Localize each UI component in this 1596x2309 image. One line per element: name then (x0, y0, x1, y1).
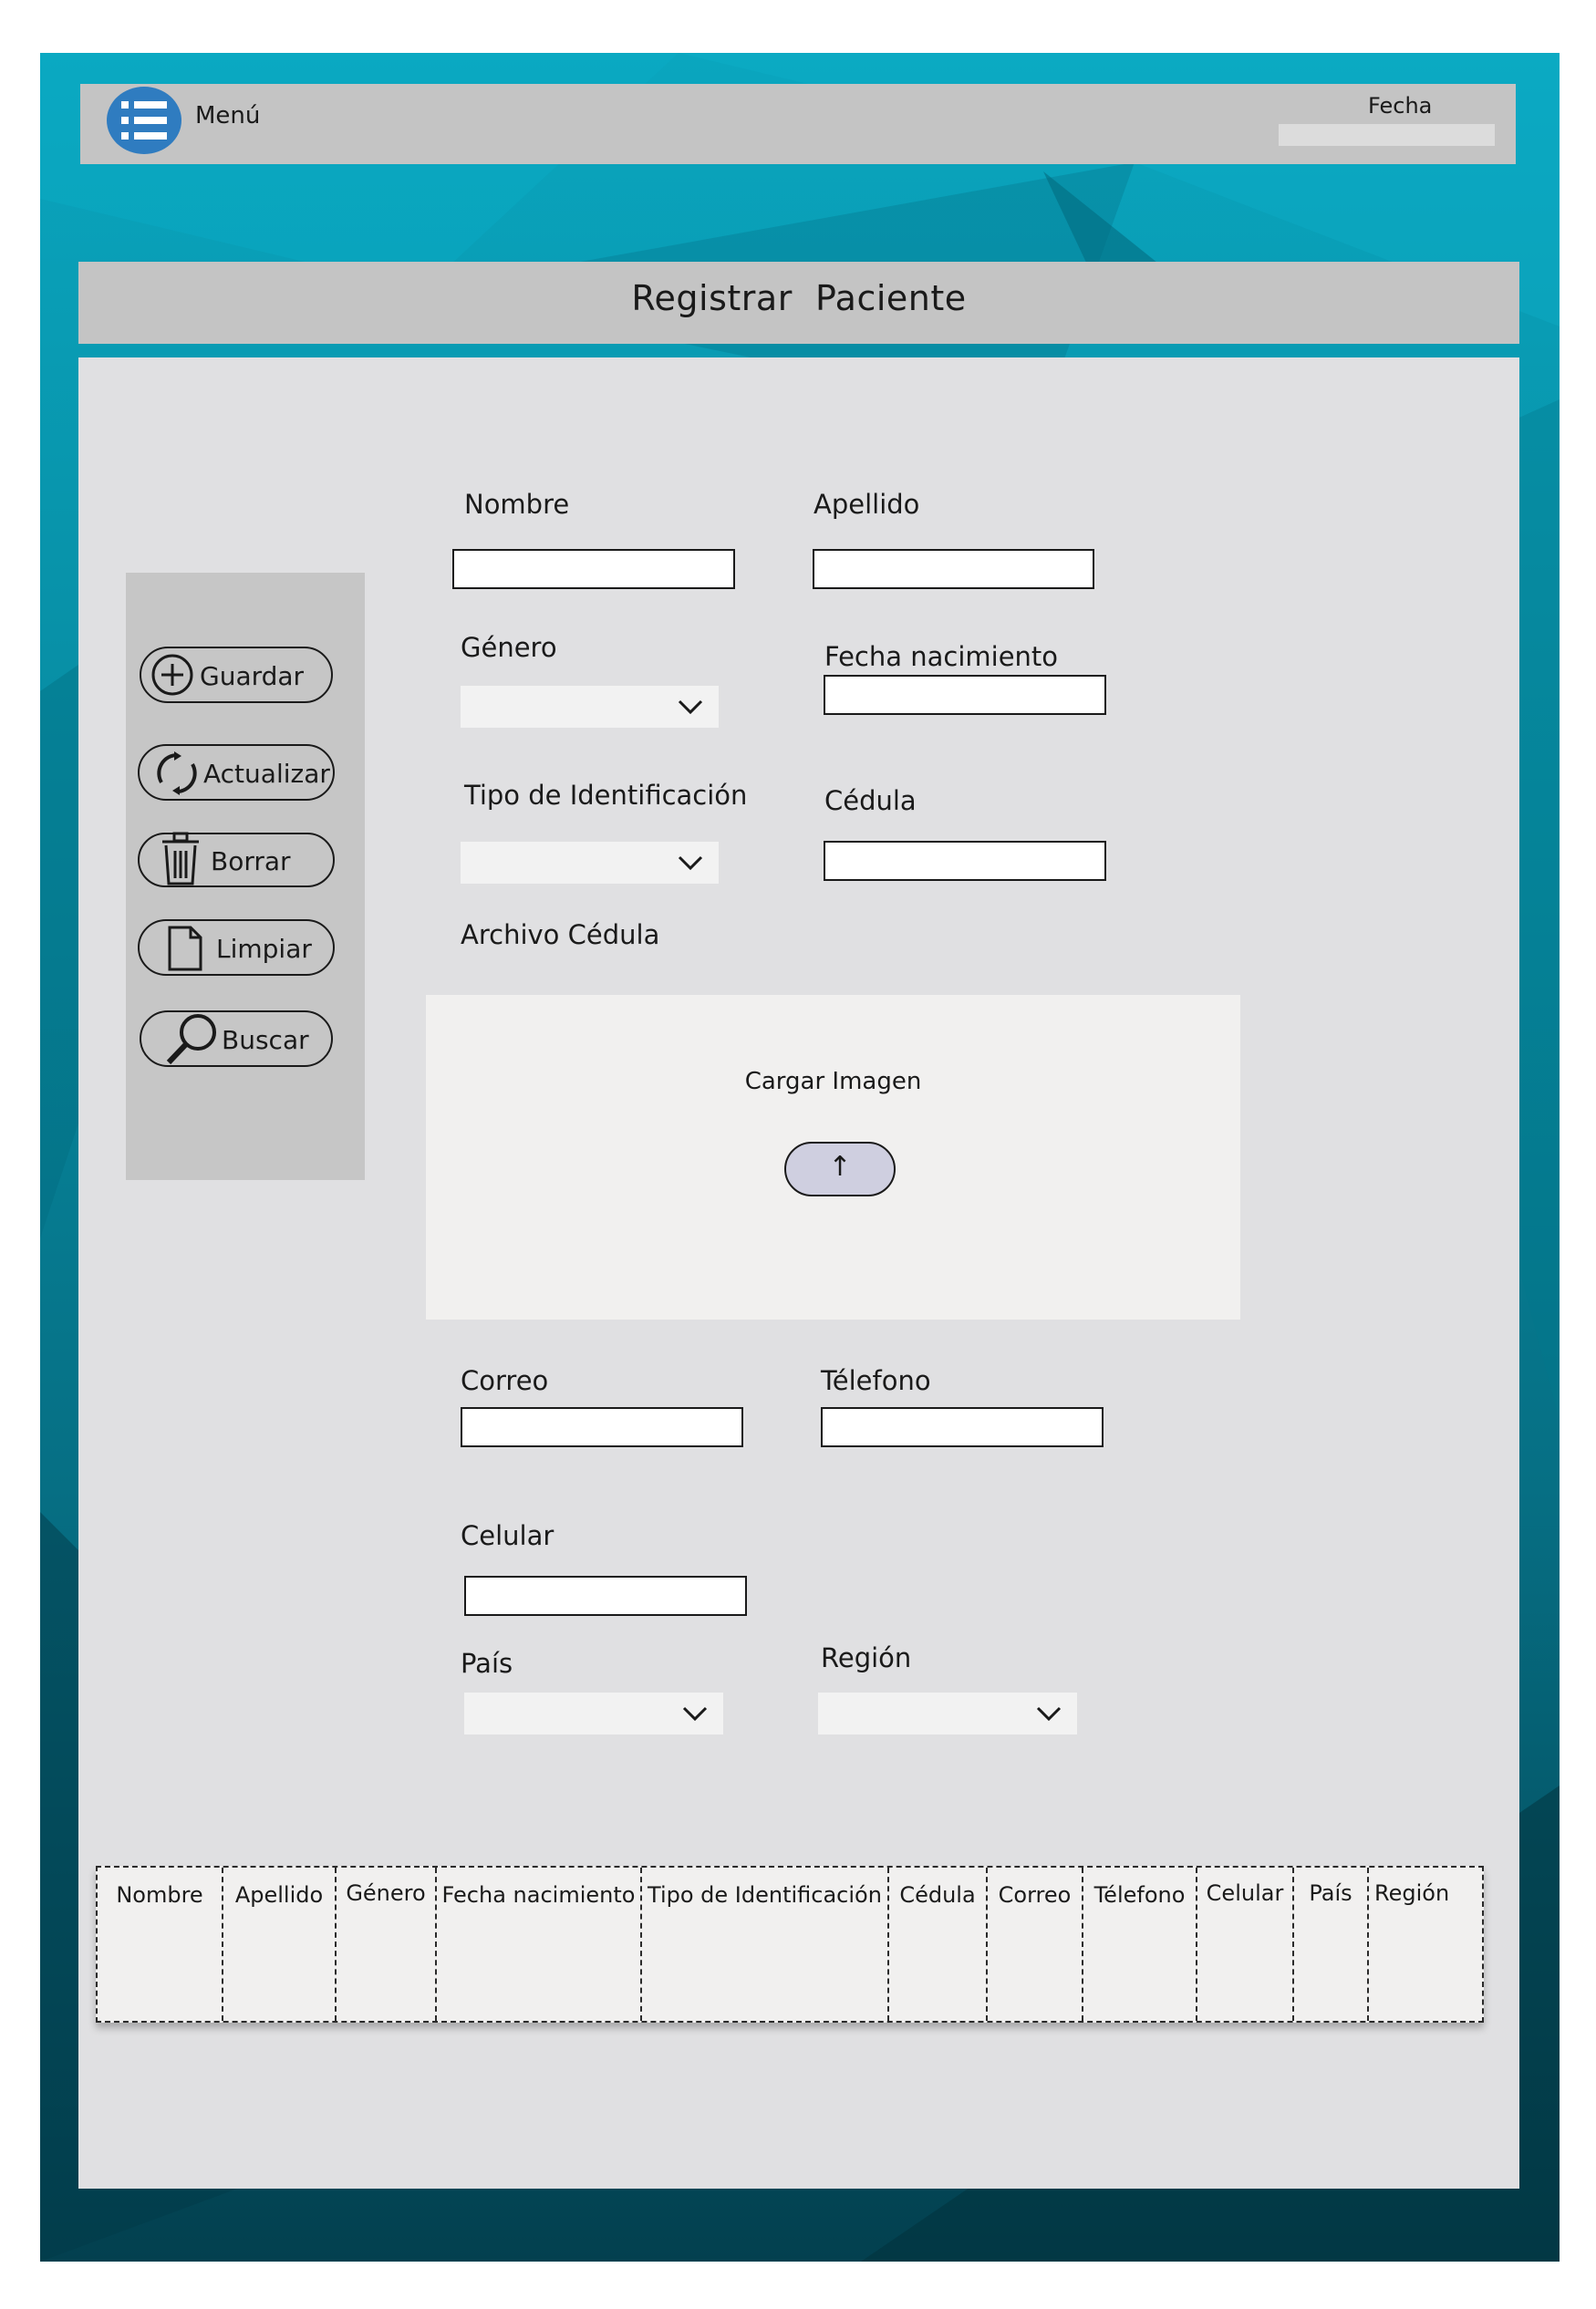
menu-label[interactable]: Menú (195, 102, 260, 129)
archivo-cedula-label: Archivo Cédula (461, 919, 660, 950)
cedula-field[interactable] (824, 841, 1106, 881)
page-title: Registrar Paciente (631, 278, 967, 318)
fecha-nacimiento-field[interactable] (824, 675, 1106, 715)
title-bar: Registrar Paciente (78, 262, 1519, 344)
clear-button-label: Limpiar (216, 934, 312, 964)
table-header-cedula: Cédula (887, 1868, 986, 2021)
save-button[interactable]: Guardar (140, 647, 333, 703)
table-header-pais: País (1292, 1868, 1367, 2021)
plus-circle-icon (149, 652, 196, 704)
celular-label: Celular (461, 1520, 554, 1551)
nombre-label: Nombre (464, 489, 570, 520)
search-button-label: Buscar (222, 1025, 309, 1055)
pais-select[interactable] (464, 1693, 723, 1734)
update-button[interactable]: Actualizar (138, 744, 335, 801)
correo-field[interactable] (461, 1407, 743, 1447)
table-header-telefono: Télefono (1082, 1868, 1196, 2021)
apellido-field[interactable] (813, 549, 1094, 589)
fecha-nacimiento-label: Fecha nacimiento (824, 641, 1059, 672)
telefono-label: Télefono (821, 1365, 931, 1396)
table-header-apellido: Apellido (222, 1868, 335, 2021)
table-header-correo: Correo (986, 1868, 1082, 2021)
tipo-identificacion-label: Tipo de Identificación (464, 780, 748, 811)
save-button-label: Guardar (200, 661, 305, 691)
date-label: Fecha (1368, 93, 1433, 119)
chevron-down-icon (678, 855, 703, 871)
update-button-label: Actualizar (203, 759, 330, 789)
table-header-celular: Celular (1196, 1868, 1292, 2021)
document-icon (167, 925, 203, 978)
correo-label: Correo (461, 1365, 549, 1396)
patients-table: Nombre Apellido Género Fecha nacimiento … (96, 1866, 1484, 2023)
table-header-fecha-nacimiento: Fecha nacimiento (435, 1868, 640, 2021)
chevron-down-icon (682, 1706, 708, 1722)
list-icon[interactable] (107, 87, 181, 154)
nombre-field[interactable] (452, 549, 735, 589)
genero-select[interactable] (461, 686, 719, 728)
table-header-nombre: Nombre (116, 1882, 203, 1908)
delete-button[interactable]: Borrar (138, 832, 335, 887)
region-label: Región (821, 1642, 912, 1673)
delete-button-label: Borrar (211, 846, 291, 876)
upload-button[interactable]: ↑ (784, 1142, 896, 1196)
table-header-region: Región (1367, 1868, 1482, 2021)
search-button[interactable]: Buscar (140, 1010, 333, 1067)
celular-field[interactable] (464, 1576, 747, 1616)
trash-icon (160, 831, 202, 894)
upload-label: Cargar Imagen (744, 1068, 922, 1095)
table-header-tipo-identificacion: Tipo de Identificación (640, 1868, 887, 2021)
telefono-field[interactable] (821, 1407, 1104, 1447)
clear-button[interactable]: Limpiar (138, 919, 335, 976)
chevron-down-icon (1036, 1706, 1062, 1722)
table-header-genero: Género (335, 1868, 435, 2021)
cedula-label: Cédula (824, 785, 917, 816)
genero-label: Género (461, 632, 557, 663)
magnifier-icon (165, 1014, 220, 1072)
date-field[interactable] (1279, 124, 1495, 146)
apellido-label: Apellido (814, 489, 920, 520)
pais-label: País (461, 1648, 513, 1679)
chevron-down-icon (678, 699, 703, 715)
tipo-identificacion-select[interactable] (461, 842, 719, 884)
upload-area[interactable]: Cargar Imagen ↑ (426, 995, 1240, 1320)
region-select[interactable] (818, 1693, 1077, 1734)
up-arrow-icon: ↑ (828, 1151, 852, 1183)
refresh-icon (154, 751, 200, 802)
